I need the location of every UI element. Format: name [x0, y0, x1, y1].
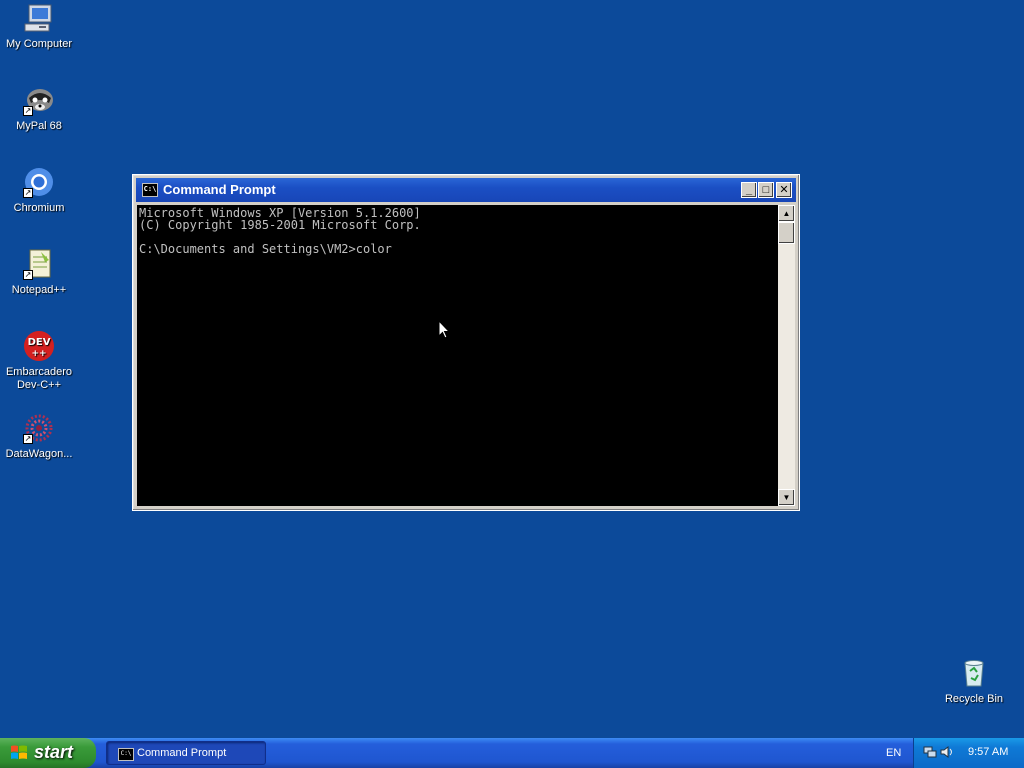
mouse-pointer-icon	[438, 320, 450, 339]
start-label: start	[34, 742, 74, 762]
window-titlebar[interactable]: C:\ Command Prompt _ □ ✕	[136, 178, 796, 202]
speaker-icon[interactable]	[940, 745, 954, 759]
desktop-icon-chromium[interactable]: ↗ Chromium	[0, 166, 78, 215]
desktop-icon-notepadpp[interactable]: ↗ Notepad++	[0, 248, 78, 297]
desktop-icon-label: Chromium	[13, 202, 65, 214]
taskbar-button-label: Command Prompt	[137, 747, 227, 759]
scroll-thumb[interactable]	[778, 222, 795, 244]
svg-text:++: ++	[31, 349, 46, 359]
desktop-icon-label: Embarcadero Dev-C++	[5, 366, 73, 391]
system-tray: 9:57 AM	[913, 738, 1024, 768]
console-text: Microsoft Windows XP [Version 5.1.2600] …	[139, 206, 421, 256]
desktop-icon-devcpp[interactable]: DEV ++ Embarcadero Dev-C++	[0, 330, 78, 392]
console-output[interactable]: Microsoft Windows XP [Version 5.1.2600] …	[137, 205, 778, 506]
minimize-button[interactable]: _	[741, 182, 757, 198]
cmd-app-icon[interactable]: C:\	[142, 183, 158, 197]
command-prompt-window[interactable]: C:\ Command Prompt _ □ ✕ Microsoft Windo…	[132, 174, 800, 511]
recycle-bin-icon	[958, 657, 990, 689]
taskbar: start C:\ Command Prompt EN 9:57 AM	[0, 738, 1024, 768]
desktop-icon-label: My Computer	[5, 38, 73, 50]
maximize-button[interactable]: □	[758, 182, 774, 198]
taskbar-button-command-prompt[interactable]: C:\ Command Prompt	[106, 741, 266, 765]
start-button[interactable]: start	[0, 738, 96, 768]
shortcut-arrow-icon: ↗	[23, 270, 33, 280]
desktop: My Computer ↗ MyPal 68 ↗ Chromium ↗ Note…	[0, 0, 1024, 738]
desktop-icon-datawagon[interactable]: ↗ DataWagon...	[0, 412, 78, 461]
network-icon[interactable]	[923, 745, 937, 759]
scroll-up-button[interactable]: ▲	[778, 205, 795, 222]
clock[interactable]: 9:57 AM	[968, 746, 1008, 758]
desktop-icon-label: Recycle Bin	[944, 693, 1004, 705]
datawagon-icon: ↗	[23, 412, 55, 444]
shortcut-arrow-icon: ↗	[23, 434, 33, 444]
notepadpp-icon: ↗	[23, 248, 55, 280]
svg-text:DEV: DEV	[28, 337, 51, 348]
desktop-icon-my-computer[interactable]: My Computer	[0, 2, 78, 51]
close-button[interactable]: ✕	[776, 182, 792, 198]
language-indicator[interactable]: EN	[886, 747, 901, 759]
vertical-scrollbar[interactable]: ▲ ▼	[778, 205, 795, 506]
desktop-icon-recycle-bin[interactable]: Recycle Bin	[935, 657, 1013, 706]
mypal-raccoon-icon: ↗	[23, 84, 55, 116]
desktop-icon-label: DataWagon...	[5, 448, 73, 460]
shortcut-arrow-icon: ↗	[23, 188, 33, 198]
scroll-down-button[interactable]: ▼	[778, 489, 795, 506]
shortcut-arrow-icon: ↗	[23, 106, 33, 116]
desktop-icon-label: Notepad++	[11, 284, 67, 296]
devcpp-icon: DEV ++	[23, 330, 55, 362]
desktop-icon-mypal[interactable]: ↗ MyPal 68	[0, 84, 78, 133]
my-computer-icon	[23, 2, 55, 34]
windows-flag-icon	[11, 745, 27, 759]
desktop-icon-label: MyPal 68	[16, 120, 62, 132]
window-title: Command Prompt	[163, 182, 276, 197]
chromium-icon: ↗	[23, 166, 55, 198]
cmd-taskbar-icon: C:\	[118, 748, 134, 761]
